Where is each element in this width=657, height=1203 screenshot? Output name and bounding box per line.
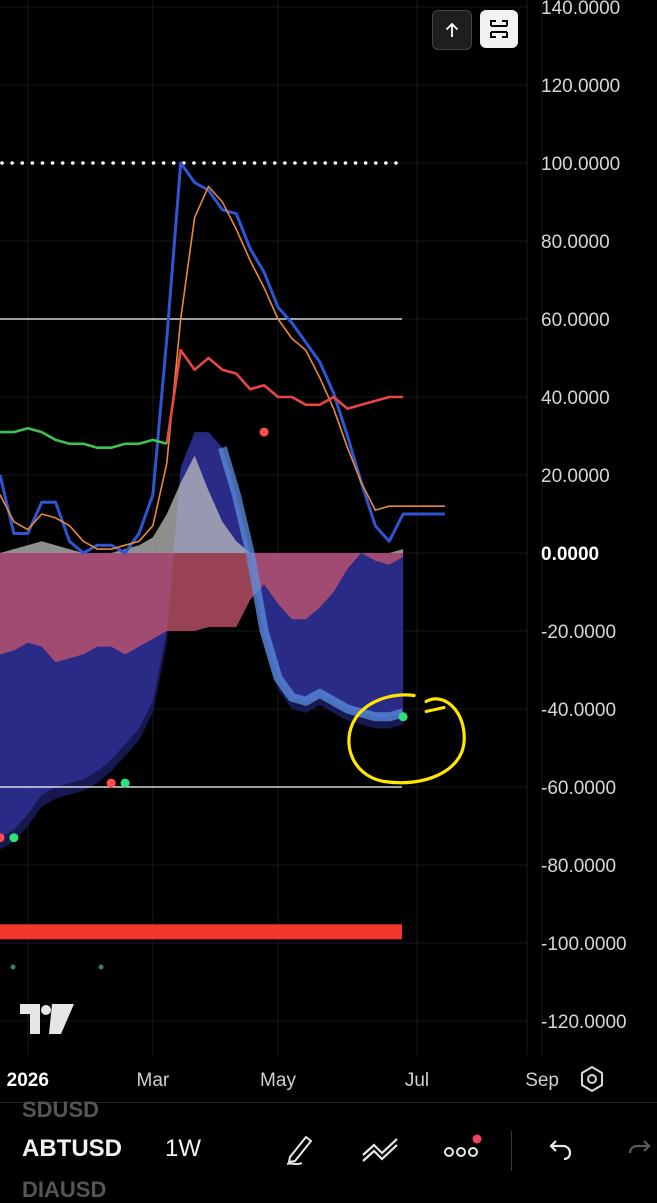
y-tick-label: 20.0000 [541,466,610,487]
next-symbol[interactable]: DIAUSD [22,1177,106,1203]
y-tick-label: 0.0000 [541,544,599,565]
redo-icon [628,1140,651,1154]
fit-screen-icon [490,20,508,38]
marker-3 [120,778,130,788]
draw-button[interactable] [276,1125,324,1173]
y-tick-label: -120.0000 [541,1012,627,1033]
y-tick-label: -20.0000 [541,622,616,643]
y-tick-label: -40.0000 [541,700,616,721]
y-tick-label: 120.0000 [541,76,620,97]
fit-screen-button[interactable] [480,10,518,48]
scroll-up-button[interactable] [432,10,472,50]
indicators-button[interactable] [356,1125,404,1173]
green-line [0,426,168,449]
red-bar-layer [0,924,402,940]
x-tick-label: Jul [405,1070,429,1091]
bottom-toolbar: SDUSD ABTUSD 1W DIAUSD [0,1097,657,1203]
tradingview-logo [20,1004,74,1034]
redo-button[interactable] [622,1125,657,1173]
toolbar-divider [511,1131,512,1171]
undo-icon [549,1140,572,1161]
x-tick-label: Sep [525,1070,559,1091]
more-button[interactable] [438,1125,486,1173]
y-tick-label: 60.0000 [541,310,610,331]
y-tick-label: 40.0000 [541,388,610,409]
more-icon [444,1134,482,1157]
y-tick-label: -60.0000 [541,778,616,799]
x-axis[interactable]: 2026 Mar May Jul Sep [7,1070,559,1091]
y-axis[interactable]: 140.0000 120.0000 100.0000 80.0000 60.0000 40… [541,0,627,1033]
chart[interactable]: 140.0000 120.0000 100.0000 80.0000 60.0000 40… [0,0,657,1100]
y-tick-label: -80.0000 [541,856,616,877]
symbol-name[interactable]: ABTUSD [22,1135,122,1163]
y-tick-label: 140.0000 [541,0,620,19]
settings-icon[interactable] [578,1065,606,1093]
lines-icon [362,1138,398,1162]
small-dot-0 [10,964,16,970]
notification-dot [472,1134,482,1144]
marker-2 [106,778,116,788]
marker-4 [259,427,269,437]
pen-icon [286,1136,312,1166]
undo-button[interactable] [536,1125,584,1173]
red-bar [0,924,402,940]
arrow-up-icon [445,22,459,37]
annotation-tick [424,706,446,713]
grid [0,0,543,1055]
prev-symbol[interactable]: SDUSD [22,1097,99,1123]
x-tick-label: Mar [137,1070,170,1091]
interval-selector[interactable]: 1W [165,1135,201,1163]
marker-5 [398,712,408,722]
x-tick-label: 2026 [7,1070,49,1091]
y-tick-label: 100.0000 [541,154,620,175]
y-tick-label: 80.0000 [541,232,610,253]
small-dot-1 [98,964,104,970]
annotation-circle [347,693,466,785]
x-tick-label: May [260,1070,296,1091]
marker-1 [9,833,19,843]
annotation-layer [347,693,466,785]
y-tick-label: -100.0000 [541,934,627,955]
